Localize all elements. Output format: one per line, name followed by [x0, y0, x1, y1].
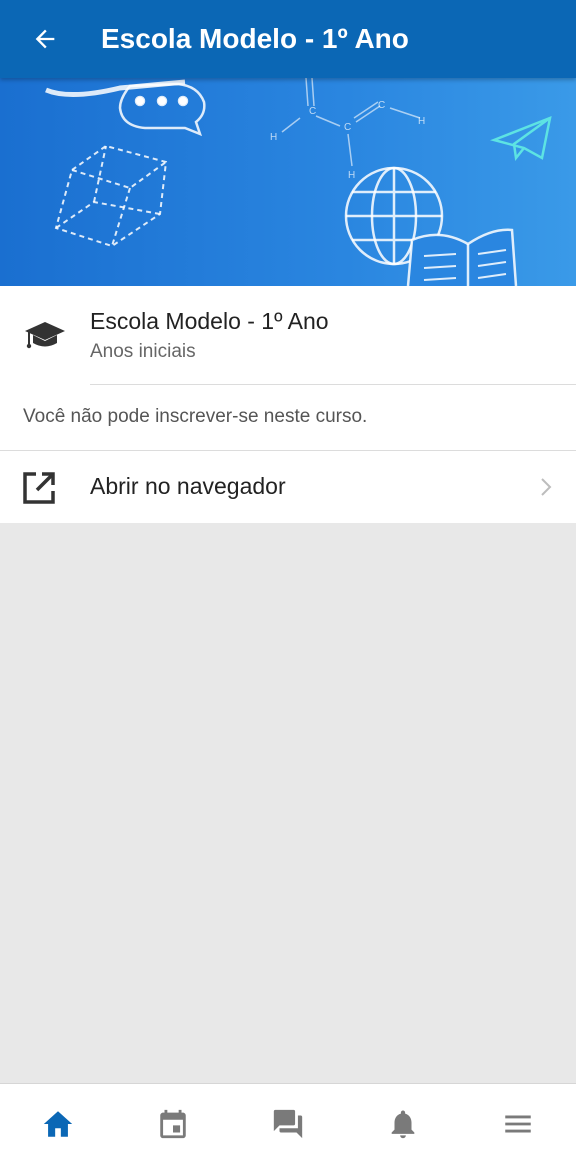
- graduation-cap-icon: [25, 322, 65, 349]
- svg-text:C: C: [309, 106, 316, 117]
- enrol-notice: Você não pode inscrever-se neste curso.: [23, 406, 368, 427]
- svg-text:C: C: [344, 122, 351, 133]
- back-button[interactable]: [0, 0, 90, 78]
- course-card: Escola Modelo - 1º Ano Anos iniciais Voc…: [0, 286, 576, 523]
- chevron-right-icon: [541, 478, 552, 496]
- calendar-icon: [160, 1109, 186, 1139]
- open-in-browser-item[interactable]: Abrir no navegador: [0, 451, 576, 523]
- menu-icon: [505, 1115, 532, 1133]
- divider: [90, 384, 576, 385]
- chat-icon: [273, 1109, 303, 1139]
- arrow-back-icon: [35, 29, 55, 49]
- nav-calendar[interactable]: [115, 1084, 230, 1164]
- nav-home[interactable]: [0, 1084, 115, 1164]
- home-icon: [43, 1111, 72, 1137]
- page-title: Escola Modelo - 1º Ano: [101, 23, 409, 54]
- svg-text:H: H: [348, 170, 355, 181]
- svg-text:C: C: [378, 100, 385, 111]
- banner-illustration: C C C H H H: [45, 78, 552, 286]
- nav-notifications[interactable]: [346, 1084, 461, 1164]
- nav-more[interactable]: [461, 1084, 576, 1164]
- nav-messages[interactable]: [230, 1084, 345, 1164]
- open-in-new-icon: [23, 472, 55, 504]
- svg-text:H: H: [270, 132, 277, 143]
- course-banner-image: C C C H H H: [0, 78, 576, 286]
- bottom-navigation: [0, 1083, 576, 1164]
- svg-text:H: H: [418, 116, 425, 127]
- course-info-row: Escola Modelo - 1º Ano Anos iniciais: [0, 286, 576, 386]
- open-in-browser-label: Abrir no navegador: [90, 473, 286, 499]
- course-category: Anos iniciais: [90, 341, 196, 362]
- bell-icon: [391, 1110, 415, 1139]
- course-name: Escola Modelo - 1º Ano: [90, 308, 329, 334]
- app-bar: Escola Modelo - 1º Ano: [0, 0, 576, 78]
